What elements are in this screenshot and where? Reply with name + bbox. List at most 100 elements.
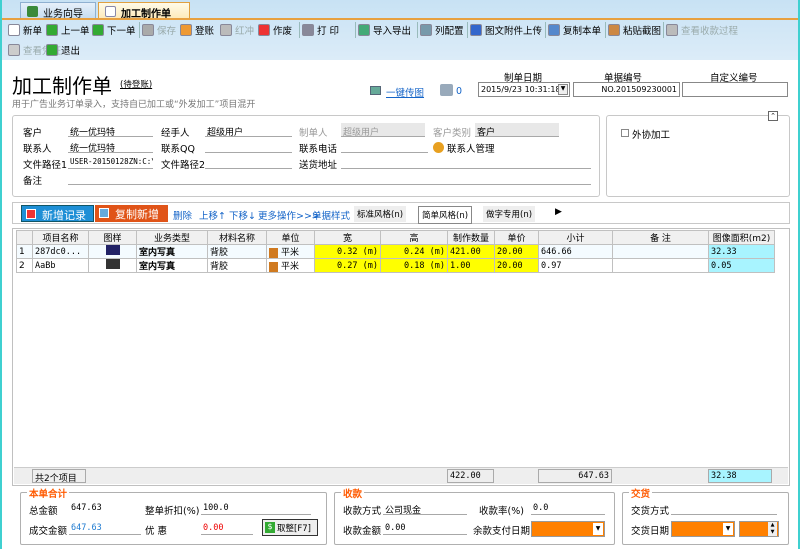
style-simple-tab[interactable]: 简单风格(n) [418, 206, 473, 224]
width-cell[interactable]: 0.32 (m) [314, 244, 381, 259]
item-name-cell[interactable]: AaBb [32, 258, 89, 273]
toolbar-button-reverse[interactable]: 红冲 [220, 21, 254, 38]
column-header[interactable]: 项目名称 [32, 230, 89, 245]
chevron-down-icon[interactable]: ▼ [723, 523, 733, 535]
toolbar-button-copy[interactable]: 复制本单 [548, 21, 601, 38]
add-record-button[interactable]: 新增记录 [21, 205, 94, 222]
spinner-arrows-icon[interactable]: ▲ ▼ [768, 522, 777, 536]
toolbar-button-view-payment[interactable]: 查看收款过程 [666, 21, 738, 38]
upload-image-link[interactable]: 一键传图 [386, 85, 424, 99]
column-header[interactable]: 业务类型 [136, 230, 208, 245]
price-cell[interactable]: 20.00 [494, 258, 539, 273]
material-cell[interactable]: 背胶 [207, 244, 267, 259]
toolbar-button-import-export[interactable]: 导入导出 [358, 21, 411, 38]
delivery-date-label: 交货日期 [631, 526, 670, 537]
delete-link[interactable]: 删除 [173, 208, 192, 222]
table-row[interactable]: 1 287dc0... 室内写真 背胶 平米 0.32 (m) 0.24 (m)… [16, 244, 775, 259]
scroll-right-icon[interactable]: ▶ [555, 207, 562, 217]
outsource-checkbox[interactable] [621, 129, 629, 137]
discount-field[interactable]: 100.0 [201, 501, 311, 515]
column-header[interactable]: 图像面积(m2) [708, 230, 775, 245]
collapse-icon[interactable]: ⌃ [768, 111, 778, 121]
note-field[interactable] [68, 171, 591, 185]
note-cell[interactable] [612, 244, 709, 259]
toolbar-button-paste[interactable]: 粘贴截图 [608, 21, 661, 38]
column-header[interactable]: 备 注 [612, 230, 709, 245]
customer-type-field[interactable]: 客户 [475, 123, 559, 137]
price-cell[interactable]: 20.00 [494, 244, 539, 259]
height-cell[interactable]: 0.24 (m) [380, 244, 448, 259]
due-date-picker[interactable]: ▼ [531, 521, 605, 537]
payment-rate-field[interactable]: 0.0 [531, 501, 605, 515]
custom-number-field[interactable] [682, 82, 788, 97]
thumbnail-cell[interactable] [88, 244, 137, 259]
item-name-cell[interactable]: 287dc0... [32, 244, 89, 259]
column-header[interactable]: 小计 [538, 230, 613, 245]
toolbar-button-label: 上一单 [61, 25, 90, 37]
toolbar-separator [663, 22, 664, 38]
toolbar-button-arrow-right[interactable]: 下一单 [92, 21, 136, 38]
toolbar-button-paperclip[interactable]: 图文附件上传 [470, 21, 542, 38]
toolbar-button-columns[interactable]: 列配置 [420, 21, 464, 38]
qq-field[interactable] [205, 139, 292, 153]
deal-field[interactable]: 647.63 [69, 521, 141, 535]
column-header[interactable]: 单位 [266, 230, 315, 245]
width-cell[interactable]: 0.27 (m) [314, 258, 381, 273]
doc-style-link[interactable]: 单据样式 [312, 208, 350, 222]
column-header[interactable]: 单价 [494, 230, 539, 245]
chevron-down-icon[interactable]: ▼ [558, 84, 568, 95]
column-header[interactable]: 高 [380, 230, 448, 245]
payment-amount-field[interactable]: 0.00 [383, 521, 467, 535]
handler-field[interactable]: 超级用户 [205, 123, 292, 137]
toolbar-button-save[interactable]: 保存 [142, 21, 176, 38]
quantity-cell[interactable]: 1.00 [447, 258, 495, 273]
note-cell[interactable] [612, 258, 709, 273]
column-header[interactable]: 制作数量 [447, 230, 495, 245]
customer-field[interactable]: 统一优玛特 [68, 123, 153, 137]
copy-add-button[interactable]: 复制新增 [95, 205, 168, 222]
date-picker[interactable]: 2015/9/23 10:31:18 ▼ [478, 82, 570, 97]
contact-manager-link[interactable]: 联系人管理 [447, 141, 495, 155]
column-header[interactable]: 宽 [314, 230, 381, 245]
payment-method-field[interactable]: 公司现金 [383, 501, 467, 515]
column-header[interactable] [16, 230, 33, 245]
toolbar-button-print[interactable]: 打 印 [302, 21, 339, 38]
path1-field[interactable]: USER-20150128ZN:C:\ [68, 155, 153, 169]
toolbar-button-arrow-left[interactable]: 上一单 [46, 21, 90, 38]
tab-business-guide[interactable]: 业务向导 [20, 2, 96, 20]
material-cell[interactable]: 背胶 [207, 258, 267, 273]
outsource-label: 外协加工 [632, 130, 671, 141]
quantity-cell[interactable]: 421.00 [447, 244, 495, 259]
business-type-cell[interactable]: 室内写真 [136, 244, 208, 259]
chevron-down-icon[interactable]: ▼ [593, 523, 603, 535]
toolbar-button-exit[interactable]: 退出 [46, 41, 80, 58]
thumbnail-cell[interactable] [88, 258, 137, 273]
round-button[interactable]: $ 取整[F7] [262, 519, 318, 536]
unit-cell[interactable]: 平米 [266, 258, 315, 273]
offer-field[interactable]: 0.00 [201, 521, 253, 535]
unit-cell[interactable]: 平米 [266, 244, 315, 259]
style-lettering-tab[interactable]: 做字专用(n) [483, 206, 536, 222]
delivery-method-field[interactable] [671, 501, 777, 515]
toolbar-button-new-doc[interactable]: 新单 [8, 21, 42, 38]
contact-field[interactable]: 统一优玛特 [68, 139, 153, 153]
address-field[interactable] [341, 155, 591, 169]
height-cell[interactable]: 0.18 (m) [380, 258, 448, 273]
column-header[interactable]: 材料名称 [207, 230, 267, 245]
delivery-date-picker[interactable]: ▼ [671, 521, 735, 537]
move-down-link[interactable]: 下移↓ [229, 208, 256, 222]
number-field[interactable]: NO.201509230001 [573, 82, 680, 97]
path2-field[interactable] [205, 155, 292, 169]
toolbar-button-post[interactable]: 登账 [180, 21, 214, 38]
toolbar-button-void[interactable]: 作废 [258, 21, 292, 38]
phone-field[interactable] [341, 139, 428, 153]
style-standard-tab[interactable]: 标准风格(n) [354, 206, 407, 222]
table-row[interactable]: 2 AaBb 室内写真 背胶 平米 0.27 (m) 0.18 (m) 1.00… [16, 258, 775, 273]
column-header[interactable]: 图样 [88, 230, 137, 245]
more-actions-link[interactable]: 更多操作>>> [258, 208, 320, 222]
delivery-time-spinner[interactable]: ▲ ▼ [739, 521, 779, 537]
business-type-cell[interactable]: 室内写真 [136, 258, 208, 273]
tab-processing-order[interactable]: 加工制作单 [98, 2, 190, 20]
move-up-link[interactable]: 上移↑ [199, 208, 226, 222]
new-doc-icon [8, 23, 20, 36]
